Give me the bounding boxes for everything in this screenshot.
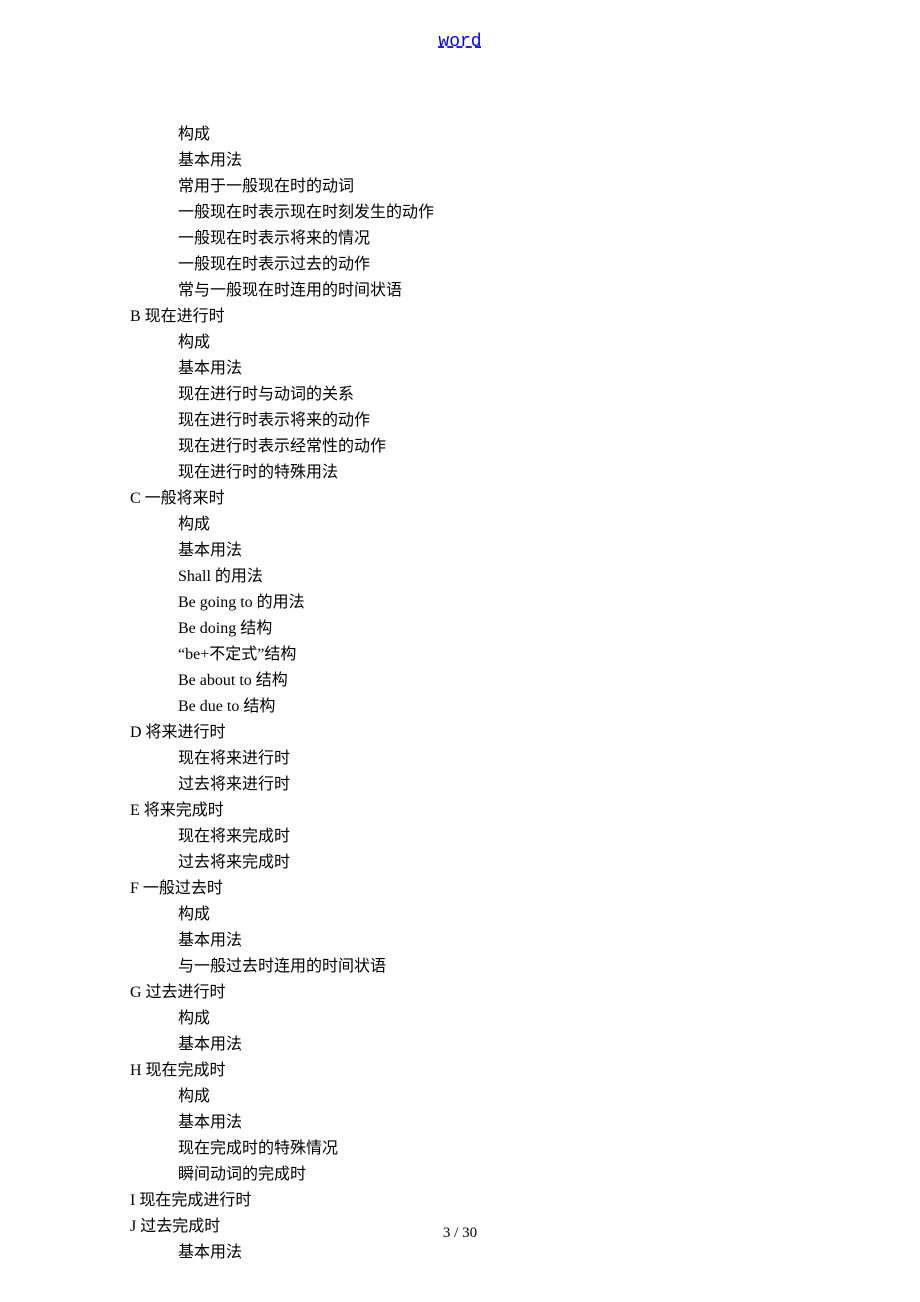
outline-item: 现在进行时与动词的关系 — [178, 382, 434, 408]
outline-item: 常与一般现在时连用的时间状语 — [178, 278, 434, 304]
outline-item: 构成 — [178, 1084, 434, 1110]
outline-item: 基本用法 — [178, 356, 434, 382]
outline-item: Be due to 结构 — [178, 694, 434, 720]
outline-item: C 一般将来时 — [130, 486, 434, 512]
outline-item: G 过去进行时 — [130, 980, 434, 1006]
outline-item: 现在将来进行时 — [178, 746, 434, 772]
outline-item: D 将来进行时 — [130, 720, 434, 746]
outline-item: Be going to 的用法 — [178, 590, 434, 616]
outline-item: B 现在进行时 — [130, 304, 434, 330]
outline-item: 基本用法 — [178, 928, 434, 954]
outline-item: F 一般过去时 — [130, 876, 434, 902]
outline-item: 一般现在时表示现在时刻发生的动作 — [178, 200, 434, 226]
outline-item: 基本用法 — [178, 1110, 434, 1136]
outline-item: 构成 — [178, 1006, 434, 1032]
outline-item: 现在将来完成时 — [178, 824, 434, 850]
outline-item: 瞬间动词的完成时 — [178, 1162, 434, 1188]
outline-item: 现在完成时的特殊情况 — [178, 1136, 434, 1162]
outline-item: H 现在完成时 — [130, 1058, 434, 1084]
header-link[interactable]: word — [0, 32, 920, 52]
outline-item: 基本用法 — [178, 538, 434, 564]
outline-item: 一般现在时表示将来的情况 — [178, 226, 434, 252]
outline-item: 现在进行时表示经常性的动作 — [178, 434, 434, 460]
outline-item: 常用于一般现在时的动词 — [178, 174, 434, 200]
outline-item: 现在进行时表示将来的动作 — [178, 408, 434, 434]
outline-item: 过去将来完成时 — [178, 850, 434, 876]
outline-item: Be doing 结构 — [178, 616, 434, 642]
outline-item: 基本用法 — [178, 1240, 434, 1266]
outline-content: 构成基本用法常用于一般现在时的动词一般现在时表示现在时刻发生的动作一般现在时表示… — [130, 122, 434, 1266]
outline-item: 与一般过去时连用的时间状语 — [178, 954, 434, 980]
outline-item: 现在进行时的特殊用法 — [178, 460, 434, 486]
outline-item: 基本用法 — [178, 148, 434, 174]
page-number: 3 / 30 — [0, 1225, 920, 1242]
outline-item: 一般现在时表示过去的动作 — [178, 252, 434, 278]
outline-item: 构成 — [178, 122, 434, 148]
outline-item: Be about to 结构 — [178, 668, 434, 694]
outline-item: E 将来完成时 — [130, 798, 434, 824]
outline-item: Shall 的用法 — [178, 564, 434, 590]
outline-item: 构成 — [178, 330, 434, 356]
outline-item: 构成 — [178, 902, 434, 928]
outline-item: 基本用法 — [178, 1032, 434, 1058]
outline-item: 过去将来进行时 — [178, 772, 434, 798]
outline-item: 构成 — [178, 512, 434, 538]
outline-item: “be+不定式”结构 — [178, 642, 434, 668]
outline-item: I 现在完成进行时 — [130, 1188, 434, 1214]
